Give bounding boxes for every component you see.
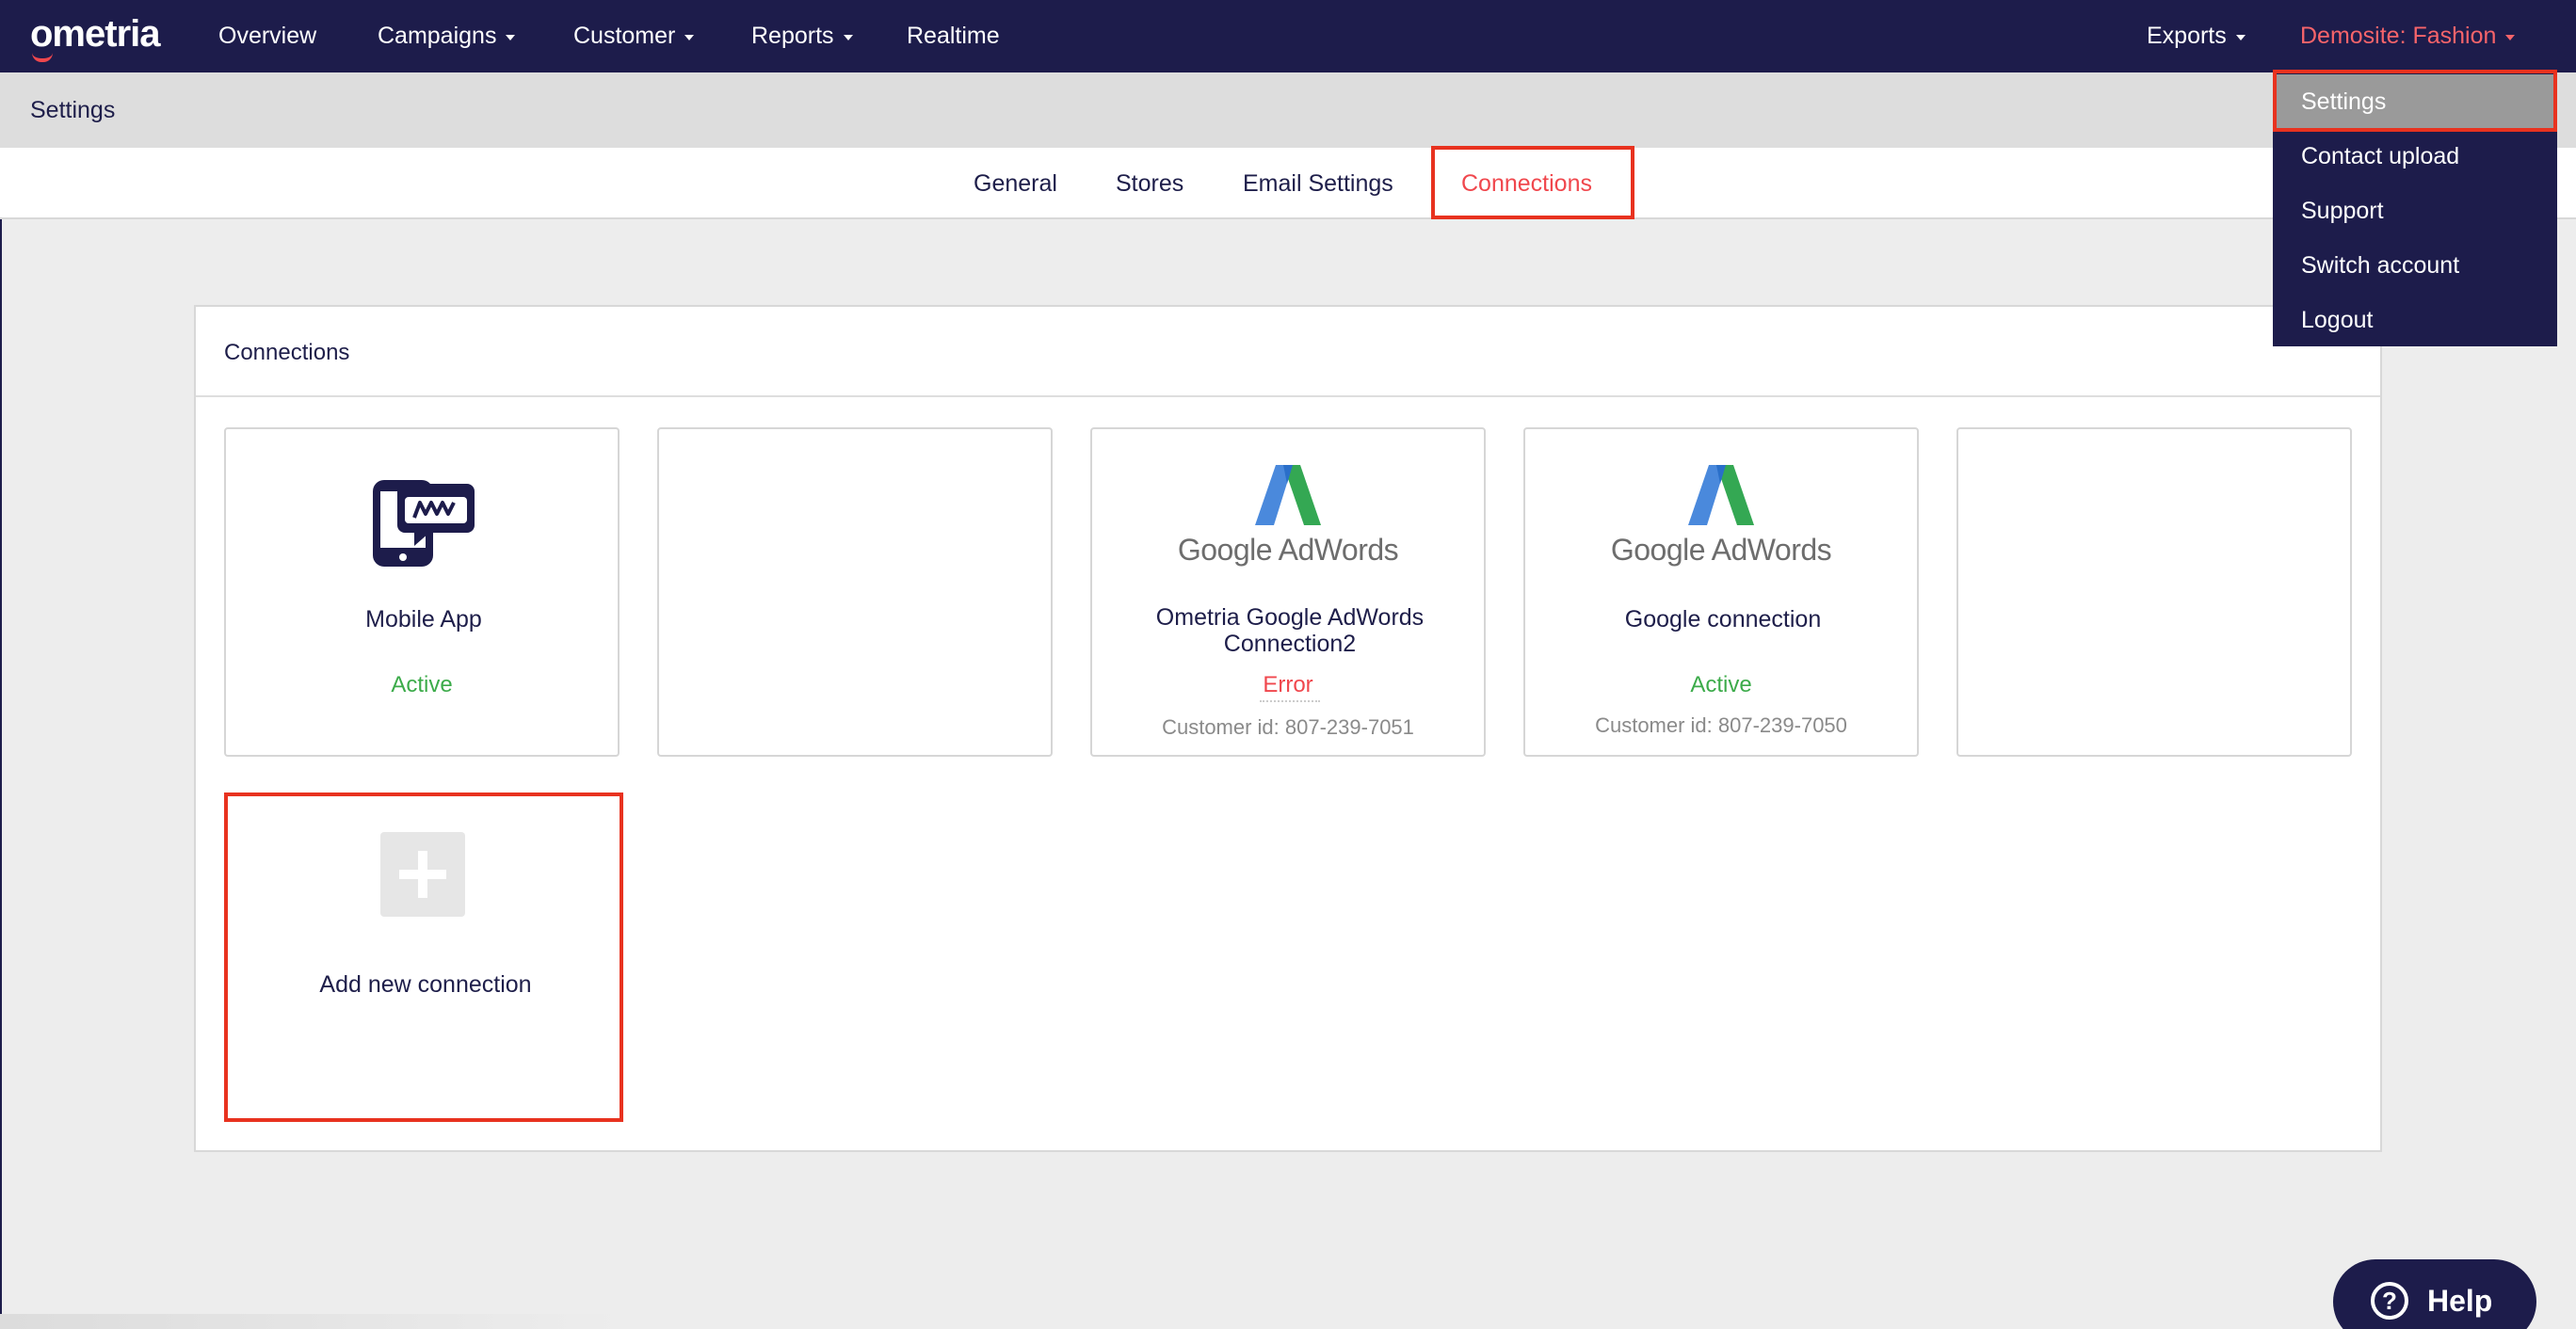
tab-email-settings[interactable]: Email Settings	[1243, 170, 1393, 198]
connection-status: Active	[391, 672, 453, 697]
ometria-logo[interactable]: ometria	[30, 13, 160, 62]
connection-card-adwords-connection2[interactable]: Google AdWords Ometria Google AdWords Co…	[1090, 427, 1486, 757]
connection-status: Error	[1263, 672, 1313, 697]
connection-card-empty[interactable]	[1956, 427, 2352, 757]
google-adwords-logo: Google AdWords	[1525, 465, 1917, 568]
plus-icon	[380, 832, 465, 917]
connection-card-mobile-app[interactable]: Mobile App Active	[224, 427, 620, 757]
tab-general[interactable]: General	[974, 170, 1057, 198]
menu-item-switch-account[interactable]: Switch account	[2273, 238, 2557, 293]
nav-realtime[interactable]: Realtime	[907, 23, 1000, 50]
caret-down-icon	[506, 34, 516, 40]
menu-item-support[interactable]: Support	[2273, 184, 2557, 238]
nav-overview-label: Overview	[218, 23, 317, 49]
connection-card-google[interactable]: Google AdWords Google connection Active …	[1523, 427, 1919, 757]
add-connection-label: Add new connection	[319, 971, 532, 998]
nav-exports-label: Exports	[2147, 23, 2227, 49]
status-underline	[1260, 700, 1320, 702]
nav-campaigns-label: Campaigns	[378, 23, 497, 49]
adwords-logo-text: Google AdWords	[1177, 533, 1399, 567]
menu-item-contact-upload[interactable]: Contact upload	[2273, 129, 2557, 184]
customer-id: Customer id: 807-239-7050	[1595, 713, 1847, 737]
settings-menu-highlight	[2273, 70, 2557, 132]
caret-down-icon	[2235, 34, 2246, 40]
nav-realtime-label: Realtime	[907, 23, 1000, 49]
add-connection-card[interactable]: Add new connection	[224, 793, 623, 1122]
logo-smile-icon	[32, 53, 53, 62]
nav-customer-label: Customer	[573, 23, 676, 49]
google-adwords-logo: Google AdWords	[1092, 465, 1484, 568]
connection-name: Ometria Google AdWords Connection2	[1155, 604, 1425, 657]
tab-connections-highlight	[1431, 146, 1634, 219]
question-icon: ?	[2371, 1282, 2408, 1320]
page-title: Settings	[30, 97, 116, 123]
menu-item-logout[interactable]: Logout	[2273, 293, 2557, 347]
nav-account-menu[interactable]: Demosite: Fashion	[2300, 23, 2516, 50]
caret-down-icon	[843, 34, 853, 40]
panel-title: Connections	[224, 340, 350, 365]
caret-down-icon	[2505, 34, 2516, 40]
nav-campaigns[interactable]: Campaigns	[378, 23, 516, 50]
nav-reports-label: Reports	[751, 23, 834, 49]
nav-customer[interactable]: Customer	[573, 23, 695, 50]
panel-header: Connections	[196, 307, 2380, 397]
caret-down-icon	[684, 34, 695, 40]
nav-exports[interactable]: Exports	[2147, 23, 2246, 50]
settings-tabs: General Stores Email Settings Connection…	[0, 148, 2576, 219]
help-label: Help	[2427, 1284, 2493, 1318]
adwords-logo-text: Google AdWords	[1610, 533, 1832, 567]
nav-reports[interactable]: Reports	[751, 23, 853, 50]
connection-card-empty[interactable]	[657, 427, 1053, 757]
connection-name: Google connection	[1624, 606, 1822, 632]
bottom-shadow	[0, 1314, 621, 1329]
settings-subbar: Settings	[0, 72, 2576, 148]
connection-name: Mobile App	[365, 606, 482, 632]
customer-id: Customer id: 807-239-7051	[1162, 715, 1414, 739]
tab-stores[interactable]: Stores	[1116, 170, 1183, 198]
logo-text: ometria	[30, 13, 160, 55]
nav-overview[interactable]: Overview	[218, 23, 316, 50]
connection-status: Active	[1690, 672, 1752, 697]
nav-account-label: Demosite: Fashion	[2300, 23, 2497, 49]
help-button[interactable]: ? Help	[2333, 1259, 2536, 1329]
top-navbar: ometria Overview Campaigns Customer Repo…	[0, 0, 2576, 72]
mobile-app-icon	[226, 476, 618, 570]
